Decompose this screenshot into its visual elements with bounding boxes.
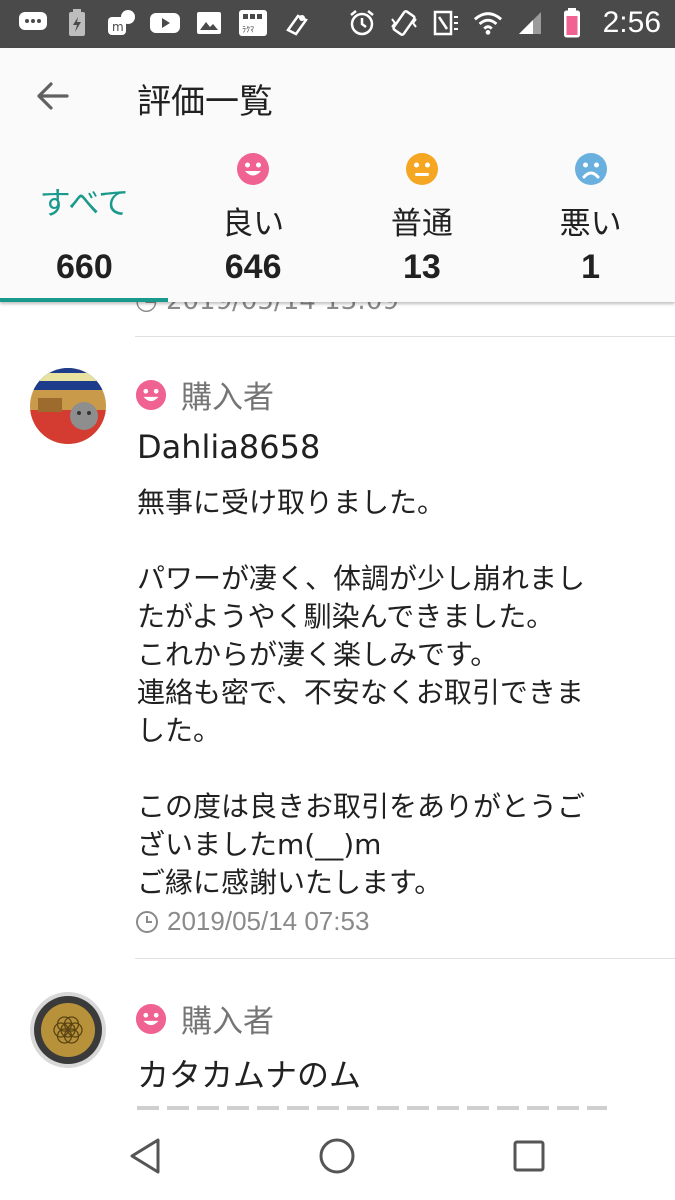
review-line: パワーが凄く、体調が少し崩れまし [137, 562, 586, 595]
rakuma-icon: ﾗｸﾏ [238, 8, 268, 38]
review-line [137, 750, 657, 788]
clock-icon: ◷ [135, 302, 166, 316]
reviewer-name[interactable]: Dahlia8658 [137, 428, 320, 466]
rating-tabs: すべて 660 良い 646 普通 13 悪い 1 [0, 150, 675, 302]
tab-all[interactable]: すべて 660 [0, 150, 169, 302]
tab-neutral-label: 普通 [390, 206, 453, 242]
message-icon [18, 8, 48, 38]
tab-good-count: 646 [224, 248, 282, 286]
gallery-icon [194, 8, 224, 38]
divider [135, 336, 675, 337]
review-line: ご縁に感謝いたします。 [137, 866, 443, 899]
clipped-text [137, 1100, 607, 1110]
review-line: した。 [137, 714, 222, 747]
avatar[interactable] [30, 368, 106, 444]
review-line: ざいましたm(__)m [137, 828, 382, 861]
review-badge: 購入者 [135, 372, 274, 417]
previous-review-time: ◷ 2019/05/14 13:09 [135, 302, 399, 316]
smile-face-icon [237, 153, 270, 185]
nav-home-button[interactable] [313, 1132, 361, 1180]
review-line [137, 522, 657, 560]
tab-bad-count: 1 [581, 248, 601, 286]
battery-icon [557, 8, 587, 38]
review-time-text: 2019/05/14 07:53 [167, 906, 370, 936]
review-text: 無事に受け取りました。 パワーが凄く、体調が少し崩れまし たがようやく馴染んでき… [137, 484, 657, 902]
clock-icon [136, 910, 158, 933]
nav-recents-icon [513, 1140, 545, 1172]
review-list[interactable]: ◷ 2019/05/14 13:09 購入者 Dahlia8658 無事に受け取… [0, 302, 675, 1110]
nav-back-button[interactable] [122, 1132, 170, 1180]
sad-face-icon [574, 153, 607, 185]
review-line: この度は良きお取引をありがとうご [137, 790, 586, 823]
status-bar: m ﾗｸﾏ 2:56 [0, 0, 675, 48]
tab-neutral[interactable]: 普通 13 [338, 150, 507, 302]
navigation-bar [0, 1110, 675, 1200]
reviewer-name[interactable]: カタカムナのム [137, 1050, 361, 1096]
smile-face-icon [135, 379, 167, 410]
wifi-icon [473, 8, 503, 38]
tab-bad[interactable]: 悪い 1 [506, 150, 675, 302]
review-line: これからが凄く楽しみです。 [137, 638, 499, 671]
status-time: 2:56 [602, 6, 661, 39]
nav-home-icon [319, 1138, 355, 1174]
arrow-back-icon [37, 82, 69, 110]
nfc-icon [431, 8, 461, 38]
review-time: 2019/05/14 07:53 [135, 906, 369, 937]
page-title: 評価一覧 [137, 82, 273, 122]
battery-saver-icon [62, 8, 92, 38]
tab-neutral-count: 13 [402, 248, 441, 286]
alarm-icon [347, 8, 377, 38]
svg-text:m: m [112, 20, 124, 34]
app-icon: m [106, 8, 136, 38]
back-button[interactable] [30, 74, 74, 118]
badge-label: 購入者 [181, 380, 274, 416]
signal-icon [515, 8, 545, 38]
game-icon [282, 8, 312, 38]
divider [135, 958, 675, 959]
svg-text:ﾗｸﾏ: ﾗｸﾏ [242, 25, 254, 34]
app-header: 評価一覧 すべて 660 良い 646 普通 13 悪い 1 [0, 48, 675, 302]
review-line: 無事に受け取りました。 [137, 486, 446, 519]
avatar[interactable] [30, 992, 106, 1068]
tab-all-count: 660 [56, 248, 113, 286]
youtube-icon [150, 8, 180, 38]
review-badge: 購入者 [135, 996, 274, 1041]
neutral-face-icon [405, 153, 438, 185]
badge-label: 購入者 [181, 1004, 274, 1040]
tab-bad-label: 悪い [559, 206, 622, 242]
nav-recents-button[interactable] [505, 1132, 553, 1180]
nav-back-icon [130, 1138, 160, 1174]
tab-all-label: すべて [39, 186, 130, 222]
vibrate-icon [389, 8, 419, 38]
tab-indicator [0, 298, 168, 302]
tab-good-label: 良い [222, 206, 285, 242]
review-line: たがようやく馴染んできました。 [137, 600, 555, 633]
smile-face-icon [135, 1003, 167, 1034]
review-line: 連絡も密で、不安なくお取引できま [137, 676, 584, 709]
tab-good[interactable]: 良い 646 [169, 150, 338, 302]
